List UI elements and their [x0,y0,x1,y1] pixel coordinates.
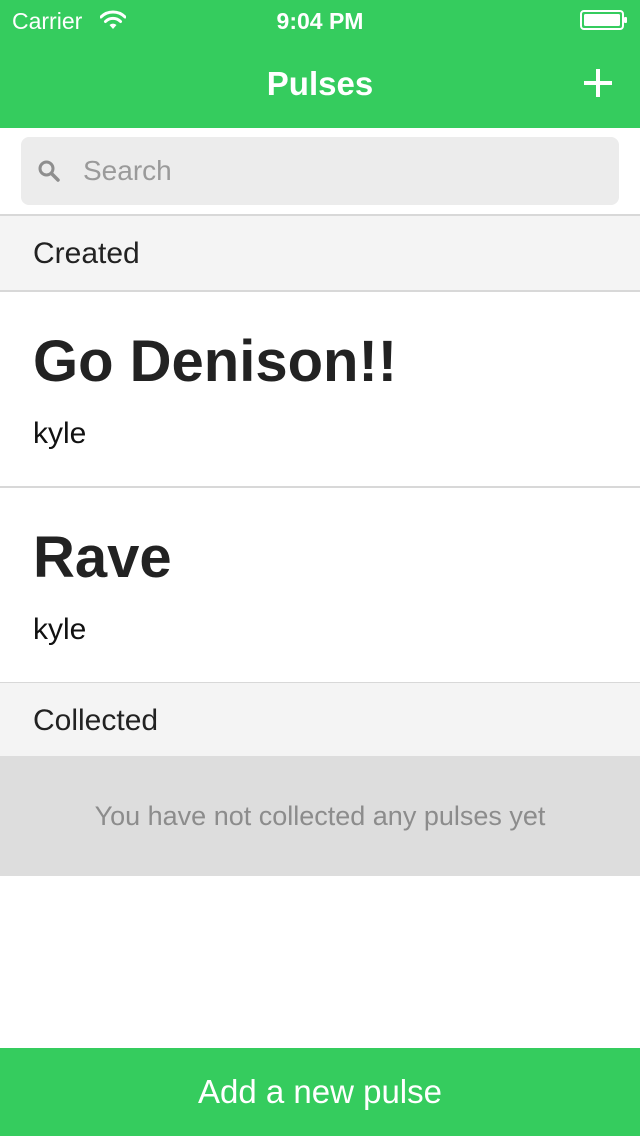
collected-empty-state: You have not collected any pulses yet [0,756,640,876]
empty-state-message: You have not collected any pulses yet [94,801,546,831]
page-title: Pulses [266,65,374,102]
plus-icon [584,69,612,97]
status-bar: Carrier 9:04 PM [0,0,640,40]
pulse-title: Rave [33,525,172,590]
pulse-title: Go Denison!! [33,329,398,394]
add-new-pulse-button[interactable]: Add a new pulse [0,1048,640,1136]
pulse-list-item[interactable]: Go Denison!! kyle [0,292,640,488]
pulse-author: kyle [33,613,87,646]
add-pulse-button[interactable] [578,60,618,106]
section-header-created: Created [0,216,640,292]
status-time: 9:04 PM [276,8,364,34]
search-area [0,128,640,216]
add-new-pulse-label: Add a new pulse [197,1073,442,1110]
battery-icon [580,10,628,30]
navigation-bar: Pulses [0,40,640,128]
section-header-label: Collected [33,704,159,737]
search-bar[interactable] [21,137,619,205]
pulse-author: kyle [33,417,87,450]
search-icon [37,159,61,183]
section-header-collected: Collected [0,683,640,756]
pulse-list-item[interactable]: Rave kyle [0,488,640,684]
search-input[interactable] [83,137,603,205]
section-header-label: Created [33,237,140,270]
